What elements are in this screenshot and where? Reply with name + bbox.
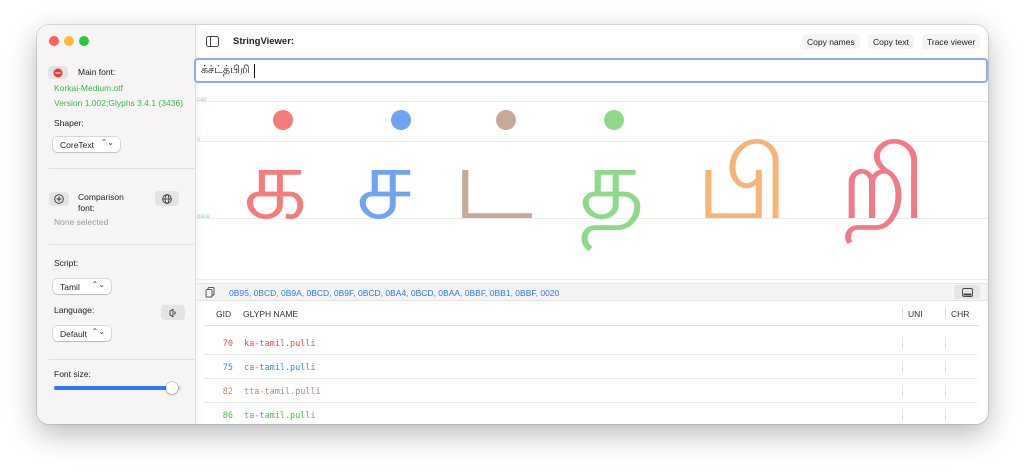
glyph-preview: cap x base க ச ட த பி றி — [196, 85, 988, 285]
pulli-dot — [604, 110, 624, 130]
header-gid[interactable]: GID — [216, 309, 231, 319]
shaper-select[interactable]: CoreText ⌃⌄ — [53, 137, 120, 152]
glyph-char: ச — [356, 125, 412, 242]
pulli-dot — [391, 110, 411, 130]
sidebar-divider — [49, 244, 194, 245]
baseline-label: base — [197, 214, 211, 220]
remove-main-font-button[interactable] — [48, 66, 68, 79]
comparison-font-value: None selected — [54, 217, 109, 227]
header-uni[interactable]: UNI — [908, 309, 923, 319]
sidebar-divider — [49, 168, 194, 169]
glyph-rri[interactable]: றி — [808, 85, 958, 284]
comparison-globe-button[interactable] — [155, 191, 179, 206]
sidebar: Main font: Korkai-Medium.otf Version 1.0… — [37, 25, 196, 424]
row-gid: 86 — [222, 411, 233, 421]
zoom-window-button[interactable] — [79, 36, 89, 46]
copy-codepoints-icon[interactable] — [205, 287, 216, 298]
glyph-char: த — [579, 125, 645, 242]
plus-circle-icon — [54, 194, 64, 204]
language-detect-button[interactable] — [161, 305, 185, 320]
row-glyph-name: ka-tamil.pulli — [244, 339, 316, 349]
language-select[interactable]: Default ⌃⌄ — [53, 326, 111, 341]
row-gid: 82 — [222, 387, 233, 397]
language-value: Default — [60, 328, 87, 339]
header-divider — [204, 325, 979, 326]
glyph-char: பி — [696, 125, 788, 242]
column-divider — [945, 307, 946, 321]
glyph-ca-pulli[interactable]: ச — [334, 85, 434, 284]
minimize-window-button[interactable] — [64, 36, 74, 46]
main-font-label: Main font: — [78, 67, 116, 77]
bottom-panel-icon — [961, 287, 973, 297]
glyph-char: க — [243, 125, 308, 242]
minus-circle-icon — [53, 68, 63, 77]
toggle-bottom-panel-button[interactable] — [954, 285, 980, 299]
table-row[interactable]: 86 ta-tamil.pulli — [204, 403, 977, 424]
chevron-updown-icon: ⌃⌄ — [91, 280, 105, 289]
glyph-char: ட — [453, 125, 533, 242]
row-glyph-name: ta-tamil.pulli — [244, 411, 316, 421]
table-row[interactable]: 82 tta-tamil.pulli — [204, 379, 977, 403]
font-size-label: Font size: — [54, 369, 91, 379]
font-size-slider-knob[interactable] — [166, 382, 179, 394]
speech-language-icon — [169, 308, 176, 317]
row-glyph-name: tta-tamil.pulli — [244, 387, 321, 397]
app-window: Main font: Korkai-Medium.otf Version 1.0… — [37, 25, 988, 424]
row-glyph-name: ca-tamil.pulli — [244, 363, 316, 373]
row-gid: 70 — [222, 339, 233, 349]
unicode-codepoints[interactable]: 0B95, 0BCD, 0B9A, 0BCD, 0B9F, 0BCD, 0BA4… — [229, 288, 559, 298]
cap-height-label: cap — [197, 97, 207, 103]
glyph-pi[interactable]: பி — [672, 85, 812, 284]
globe-icon — [162, 193, 172, 204]
string-input-value: க்ச்ட்த்பிறி — [201, 63, 250, 76]
comparison-font-label-line2: font: — [78, 203, 95, 213]
glyph-table-header: GID GLYPH NAME UNI CHR — [196, 304, 988, 326]
sidebar-divider — [49, 359, 194, 360]
copy-names-button[interactable]: Copy names — [802, 34, 860, 49]
close-window-button[interactable] — [49, 36, 59, 46]
copy-text-button[interactable]: Copy text — [868, 34, 914, 49]
table-row[interactable]: 75 ca-tamil.pulli — [204, 355, 977, 379]
pulli-dot — [273, 110, 293, 130]
glyph-char: றி — [839, 125, 927, 242]
text-caret — [253, 63, 255, 78]
comparison-font-label-line1: Comparison — [78, 192, 124, 202]
trace-viewer-button[interactable]: Trace viewer — [922, 34, 981, 49]
header-chr[interactable]: CHR — [951, 309, 969, 319]
chevron-updown-icon: ⌃⌄ — [91, 327, 105, 336]
font-size-slider[interactable] — [54, 382, 181, 394]
x-height-label: x — [197, 137, 200, 143]
sidebar-toggle-icon[interactable] — [206, 36, 219, 47]
table-row[interactable]: 70 ka-tamil.pulli — [204, 331, 977, 355]
shaper-label: Shaper: — [54, 118, 84, 128]
unicode-bar: 0B95, 0BCD, 0B9A, 0BCD, 0B9F, 0BCD, 0BA4… — [196, 283, 988, 301]
add-comparison-font-button[interactable] — [49, 192, 69, 206]
script-select[interactable]: Tamil ⌃⌄ — [53, 279, 111, 294]
script-label: Script: — [54, 258, 79, 268]
main-font-version: Version 1.002;Glyphs 3.4.1 (3436) — [54, 98, 183, 108]
chevron-updown-icon: ⌃⌄ — [100, 138, 114, 147]
row-gid: 75 — [222, 363, 233, 373]
string-input[interactable]: க்ச்ட்த்பிறி — [194, 58, 988, 83]
header-glyph-name[interactable]: GLYPH NAME — [243, 309, 298, 319]
language-label: Language: — [54, 305, 95, 315]
shaper-value: CoreText — [60, 139, 95, 150]
glyph-tta-pulli[interactable]: ட — [434, 85, 552, 284]
script-value: Tamil — [60, 281, 80, 292]
font-size-slider-fill — [54, 386, 173, 390]
column-divider — [902, 307, 903, 321]
main-font-file: Korkai-Medium.otf — [54, 83, 123, 93]
window-title: StringViewer: — [233, 36, 295, 47]
pulli-dot — [496, 110, 516, 130]
